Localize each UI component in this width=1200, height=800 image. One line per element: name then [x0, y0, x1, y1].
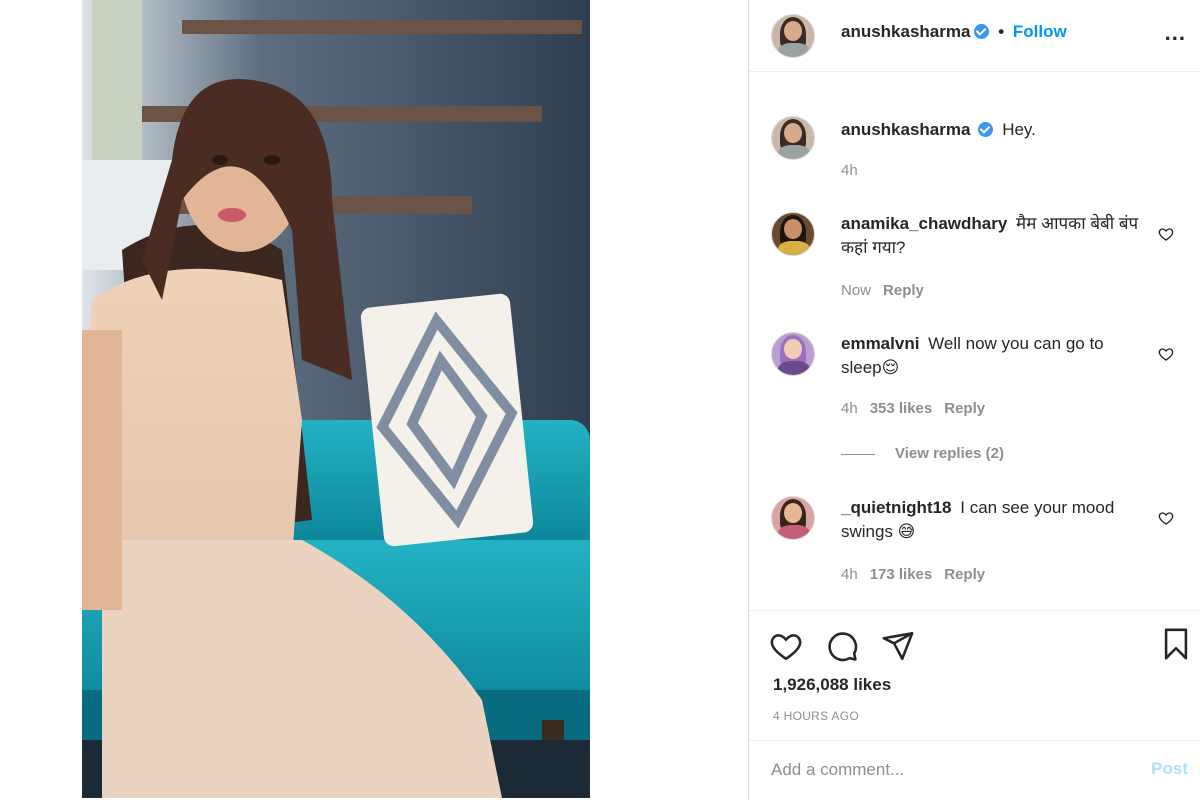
verified-badge-icon: [974, 24, 990, 39]
caption-time[interactable]: 4h: [841, 162, 858, 179]
post-photo[interactable]: [82, 0, 590, 798]
post-actions: 1,926,088 likes 4 HOURS AGO: [749, 610, 1200, 740]
comment-likes[interactable]: 353 likes: [870, 400, 933, 417]
comment-time[interactable]: 4h: [841, 566, 858, 583]
caption-text-row: anushkasharma Hey.: [841, 118, 1141, 142]
comment-meta: Now Reply: [841, 282, 936, 299]
comment-username[interactable]: anamika_chawdhary: [841, 214, 1007, 233]
commenter-avatar[interactable]: [771, 496, 815, 540]
caption-username[interactable]: anushkasharma: [841, 120, 970, 139]
post-header: anushkasharma • Follow ...: [749, 0, 1200, 72]
follow-button[interactable]: Follow: [1013, 22, 1067, 41]
post-comment-button[interactable]: Post: [1151, 759, 1188, 779]
view-replies-button[interactable]: View replies (2): [841, 445, 1004, 462]
more-options-button[interactable]: ...: [1165, 20, 1186, 46]
post-timestamp[interactable]: 4 HOURS AGO: [773, 709, 859, 723]
post-media-area: [0, 0, 748, 800]
bookmark-icon[interactable]: [1159, 627, 1193, 661]
comment-like-heart-icon[interactable]: [1158, 346, 1174, 362]
heart-icon[interactable]: [769, 629, 803, 663]
likes-count[interactable]: 1,926,088 likes: [773, 675, 891, 695]
caption-avatar[interactable]: [771, 116, 815, 160]
view-replies-line: [841, 453, 875, 455]
author-avatar[interactable]: [771, 14, 815, 58]
comment-meta: 4h 173 likes Reply: [841, 566, 997, 583]
separator-dot: •: [998, 22, 1005, 41]
comment-text-block: _quietnight18 I can see your mood swings…: [841, 496, 1141, 544]
author-row: anushkasharma • Follow: [841, 22, 1067, 42]
verified-badge-icon: [978, 122, 994, 137]
reply-button[interactable]: Reply: [883, 282, 924, 299]
commenter-avatar[interactable]: [771, 332, 815, 376]
comment-time[interactable]: Now: [841, 282, 871, 299]
comment-icon[interactable]: [825, 629, 859, 663]
comment-text-block: emmalvni Well now you can go to sleep😌: [841, 332, 1141, 380]
post-photo-art: [82, 0, 590, 798]
reply-button[interactable]: Reply: [944, 400, 985, 417]
caption-text: Hey.: [1002, 120, 1036, 139]
post-side-panel: anushkasharma • Follow ... anushkasharma…: [749, 0, 1200, 800]
view-replies-label: View replies (2): [895, 445, 1004, 462]
comment-composer: Post: [749, 740, 1200, 800]
comment-username[interactable]: emmalvni: [841, 334, 919, 353]
comment-like-heart-icon[interactable]: [1158, 226, 1174, 242]
comment-username[interactable]: _quietnight18: [841, 498, 952, 517]
comment-likes[interactable]: 173 likes: [870, 566, 933, 583]
comment-meta: 4h 353 likes Reply: [841, 400, 997, 417]
reply-button[interactable]: Reply: [944, 566, 985, 583]
comment-like-heart-icon[interactable]: [1158, 510, 1174, 526]
author-username[interactable]: anushkasharma: [841, 22, 970, 41]
comment-input[interactable]: [771, 755, 1111, 785]
comment-text-block: anamika_chawdhary मैम आपका बेबी बंप कहां…: [841, 212, 1141, 260]
comment-time[interactable]: 4h: [841, 400, 858, 417]
commenter-avatar[interactable]: [771, 212, 815, 256]
caption-meta: 4h: [841, 162, 870, 179]
share-icon[interactable]: [881, 629, 915, 663]
